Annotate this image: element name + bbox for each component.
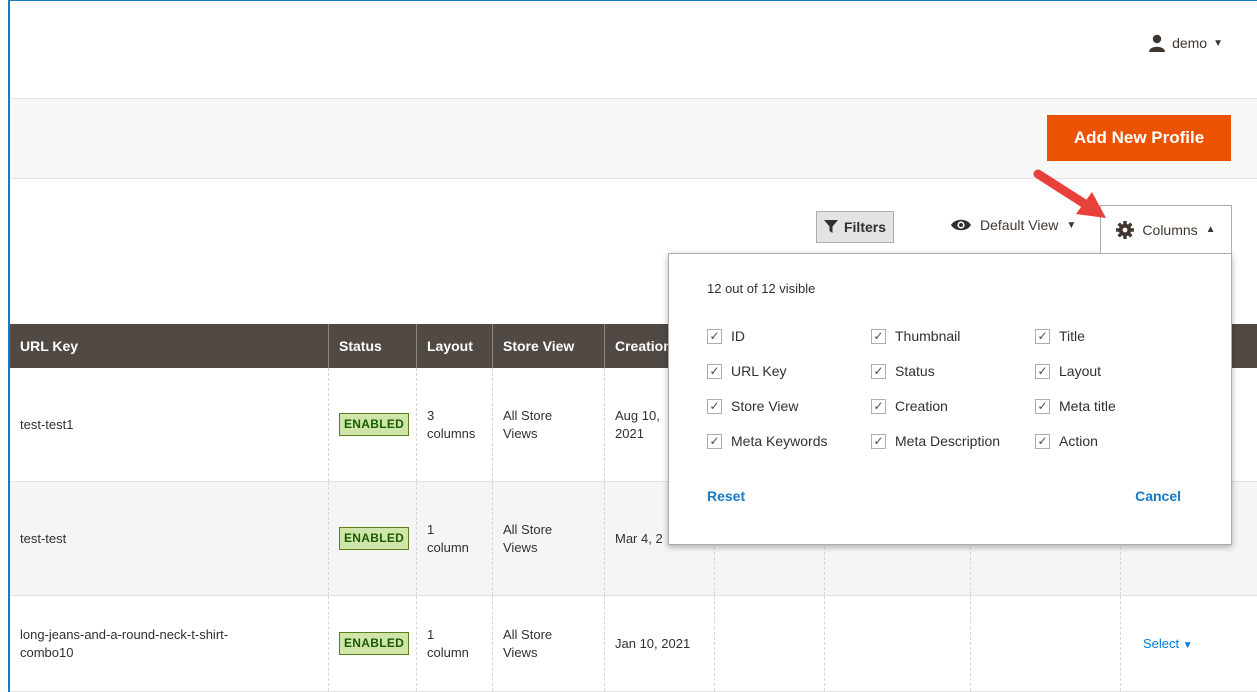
cell-empty	[970, 596, 1120, 691]
column-header-store-view[interactable]: Store View	[492, 324, 604, 368]
column-option-layout[interactable]: ✓ Layout	[1035, 363, 1101, 379]
table-row: long-jeans-and-a-round-neck-t-shirt- com…	[10, 596, 1257, 692]
caret-up-icon: ▲	[1205, 224, 1216, 235]
column-option-label: Creation	[895, 398, 948, 414]
visible-count-text: 12 out of 12 visible	[707, 281, 816, 296]
checkmark-icon: ✓	[707, 433, 722, 449]
cell-action: Select ▼	[1120, 596, 1257, 691]
column-option-meta-description[interactable]: ✓ Meta Description	[871, 433, 1000, 449]
column-option-creation[interactable]: ✓ Creation	[871, 398, 948, 414]
cell-layout: 3 columns	[416, 368, 492, 481]
checkmark-icon: ✓	[707, 328, 722, 344]
top-admin-bar: demo ▼	[10, 0, 1257, 99]
column-option-id[interactable]: ✓ ID	[707, 328, 745, 344]
status-badge: ENABLED	[339, 632, 410, 655]
filters-button[interactable]: Filters	[816, 211, 894, 243]
column-option-label: Title	[1059, 328, 1085, 344]
cell-url-key: test-test1	[20, 416, 74, 432]
cell-layout: 1 column	[416, 482, 492, 595]
window-frame-top	[8, 0, 1257, 1]
column-option-url-key[interactable]: ✓ URL Key	[707, 363, 787, 379]
checkmark-icon: ✓	[707, 398, 722, 414]
user-menu[interactable]: demo ▼	[1148, 34, 1223, 52]
select-label: Select	[1143, 635, 1180, 651]
column-option-store-view[interactable]: ✓ Store View	[707, 398, 798, 414]
cell-status: ENABLED	[328, 482, 416, 595]
cell-layout: 1 column	[416, 596, 492, 691]
cell-status: ENABLED	[328, 596, 416, 691]
row-action-select[interactable]: Select ▼	[1143, 635, 1193, 653]
checkmark-icon: ✓	[871, 398, 886, 414]
columns-panel: 12 out of 12 visible ✓ ID ✓ Thumbnail ✓ …	[668, 253, 1232, 545]
checkmark-icon: ✓	[1035, 398, 1050, 414]
column-option-meta-title[interactable]: ✓ Meta title	[1035, 398, 1116, 414]
column-option-label: Meta Description	[895, 433, 1001, 449]
checkmark-icon: ✓	[1035, 433, 1050, 449]
reset-button[interactable]: Reset	[707, 488, 745, 504]
checkmark-icon: ✓	[1035, 328, 1050, 344]
column-header-url-key[interactable]: URL Key	[10, 324, 320, 368]
eye-icon	[951, 219, 971, 231]
column-option-label: URL Key	[731, 363, 787, 379]
caret-down-icon: ▼	[1213, 37, 1223, 49]
cell-empty	[714, 596, 824, 691]
column-option-action[interactable]: ✓ Action	[1035, 433, 1098, 449]
column-option-label: Meta Keywords	[731, 433, 828, 449]
status-badge: ENABLED	[339, 413, 410, 436]
checkmark-icon: ✓	[871, 363, 886, 379]
column-option-meta-keywords[interactable]: ✓ Meta Keywords	[707, 433, 827, 449]
cell-url-key: long-jeans-and-a-round-neck-t-shirt- com…	[20, 626, 229, 660]
cell-store-view: All Store Views	[492, 596, 604, 691]
filters-label: Filters	[843, 219, 886, 235]
add-new-profile-button[interactable]: Add New Profile	[1047, 115, 1231, 161]
column-option-label: ID	[731, 328, 745, 344]
column-option-label: Action	[1059, 433, 1098, 449]
gear-icon	[1116, 220, 1135, 239]
column-option-label: Thumbnail	[895, 328, 961, 344]
status-badge: ENABLED	[339, 527, 410, 550]
column-header-layout[interactable]: Layout	[416, 324, 492, 368]
filter-icon	[823, 220, 838, 233]
column-option-label: Layout	[1059, 363, 1102, 379]
red-arrow-icon	[1033, 169, 1106, 218]
cell-creation: Jan 10, 2021	[604, 596, 714, 691]
cell-status: ENABLED	[328, 368, 416, 481]
username-label: demo	[1172, 35, 1208, 51]
checkmark-icon: ✓	[871, 433, 886, 449]
column-header-status[interactable]: Status	[328, 324, 416, 368]
columns-button[interactable]: Columns ▲	[1100, 205, 1232, 253]
checkmark-icon: ✓	[871, 328, 886, 344]
cell-empty	[824, 596, 970, 691]
column-option-label: Meta title	[1059, 398, 1116, 414]
cell-store-view: All Store Views	[492, 368, 604, 481]
column-option-title[interactable]: ✓ Title	[1035, 328, 1085, 344]
column-option-thumbnail[interactable]: ✓ Thumbnail	[871, 328, 960, 344]
column-option-label: Store View	[731, 398, 799, 414]
window-frame-left	[8, 0, 10, 692]
cancel-button[interactable]: Cancel	[1135, 488, 1181, 504]
caret-down-icon: ▼	[1182, 639, 1193, 651]
checkmark-icon: ✓	[707, 363, 722, 379]
column-option-status[interactable]: ✓ Status	[871, 363, 935, 379]
cell-url-key: test-test	[20, 530, 67, 546]
cell-store-view: All Store Views	[492, 482, 604, 595]
columns-label: Columns	[1142, 221, 1198, 238]
checkmark-icon: ✓	[1035, 363, 1050, 379]
user-icon	[1149, 34, 1166, 52]
column-option-label: Status	[895, 363, 935, 379]
